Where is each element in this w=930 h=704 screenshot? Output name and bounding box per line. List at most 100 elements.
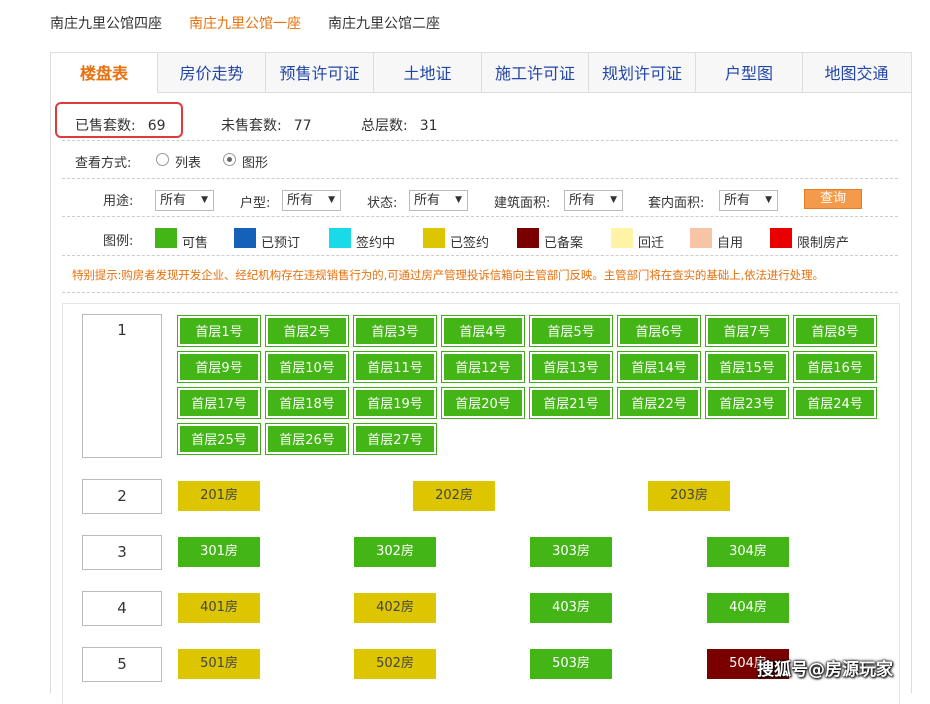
tab-floor-plan[interactable]: 户型图	[696, 53, 803, 92]
unit-cell[interactable]: 首层3号	[353, 315, 437, 347]
unit-cell[interactable]: 首层5号	[529, 315, 613, 347]
filter-type-select[interactable]: 所有 ▼	[282, 190, 341, 211]
unit-cell[interactable]: 首层4号	[441, 315, 525, 347]
divider	[62, 216, 898, 217]
radio-list-label[interactable]: 列表	[175, 152, 201, 171]
unit-cell[interactable]: 401房	[178, 593, 260, 623]
filter-area-value: 所有	[569, 193, 596, 208]
unit-cell[interactable]: 首层7号	[705, 315, 789, 347]
unit-cell[interactable]: 首层20号	[441, 387, 525, 419]
unit-cell[interactable]: 首层22号	[617, 387, 701, 419]
floor-label: 1	[82, 314, 162, 458]
unit-cell[interactable]: 403房	[530, 593, 612, 623]
unit-cell[interactable]: 首层8号	[793, 315, 877, 347]
sold-label: 已售套数:	[75, 118, 136, 134]
filter-type-label: 户型:	[240, 196, 271, 211]
unit-cell[interactable]: 首层15号	[705, 351, 789, 383]
legend-swatch	[690, 228, 712, 248]
legend-item: 可售	[182, 236, 209, 251]
divider	[62, 255, 898, 256]
radio-graphic-label[interactable]: 图形	[242, 152, 268, 171]
unit-cell[interactable]: 402房	[354, 593, 436, 623]
filter-inner-select[interactable]: 所有 ▼	[719, 190, 778, 211]
unit-cell[interactable]: 503房	[530, 649, 612, 679]
unit-cell[interactable]: 首层24号	[793, 387, 877, 419]
building-tab-4[interactable]: 南庄九里公馆四座	[50, 13, 162, 33]
unit-cell[interactable]: 首层17号	[177, 387, 261, 419]
unit-cell[interactable]: 首层9号	[177, 351, 261, 383]
unit-cell[interactable]: 304房	[707, 537, 789, 567]
unit-cell[interactable]: 首层26号	[265, 423, 349, 455]
radio-graphic[interactable]	[223, 153, 236, 166]
filter-status-select[interactable]: 所有 ▼	[409, 190, 468, 211]
filter-status-label: 状态:	[367, 196, 398, 211]
info-tabs: 楼盘表 房价走势 预售许可证 土地证 施工许可证 规划许可证 户型图 地图交通	[51, 53, 911, 93]
legend-label: 图例:	[103, 234, 134, 249]
filter-inner-value: 所有	[724, 193, 751, 208]
unit-cell[interactable]: 303房	[530, 537, 612, 567]
sold-value: 69	[147, 118, 166, 134]
legend-swatch	[611, 228, 633, 248]
tab-presale-permit[interactable]: 预售许可证	[266, 53, 374, 92]
unit-cell[interactable]: 首层14号	[617, 351, 701, 383]
unit-cell[interactable]: 首层12号	[441, 351, 525, 383]
tab-land-cert[interactable]: 土地证	[374, 53, 482, 92]
unit-cell[interactable]: 202房	[413, 481, 495, 511]
tab-map-traffic[interactable]: 地图交通	[803, 53, 910, 92]
floor-label: 2	[82, 479, 162, 514]
floors-value: 31	[419, 118, 438, 134]
unit-cell[interactable]: 502房	[354, 649, 436, 679]
divider	[62, 178, 898, 179]
filter-usage-select[interactable]: 所有 ▼	[155, 190, 214, 211]
unit-cell[interactable]: 201房	[178, 481, 260, 511]
legend-swatch	[155, 228, 177, 248]
unit-cell[interactable]: 首层16号	[793, 351, 877, 383]
legend-item: 已签约	[450, 236, 490, 251]
legend-item: 限制房产	[797, 236, 850, 251]
unit-cell[interactable]: 203房	[648, 481, 730, 511]
radio-list[interactable]	[156, 153, 169, 166]
building-tab-1[interactable]: 南庄九里公馆一座	[189, 13, 301, 33]
unit-cell[interactable]: 首层27号	[353, 423, 437, 455]
unit-cell[interactable]: 501房	[178, 649, 260, 679]
tab-construction-permit[interactable]: 施工许可证	[482, 53, 589, 92]
unit-cell[interactable]: 首层23号	[705, 387, 789, 419]
filter-area-select[interactable]: 所有 ▼	[564, 190, 623, 211]
notice-text: 特别提示:购房者发现开发企业、经纪机构存在违规销售行为的,可通过房产管理投诉信箱…	[72, 268, 824, 282]
divider	[62, 292, 898, 293]
query-button[interactable]: 查询	[804, 189, 862, 209]
unit-cell[interactable]: 首层11号	[353, 351, 437, 383]
unit-cell[interactable]: 301房	[178, 537, 260, 567]
unsold-label: 未售套数:	[221, 118, 282, 134]
unit-cell[interactable]: 首层1号	[177, 315, 261, 347]
unsold-count: 未售套数: 77	[221, 115, 312, 135]
filter-type-value: 所有	[287, 193, 314, 208]
unit-cell[interactable]: 首层25号	[177, 423, 261, 455]
building-tabs: 南庄九里公馆四座 南庄九里公馆一座 南庄九里公馆二座	[0, 0, 930, 44]
unit-cell[interactable]: 302房	[354, 537, 436, 567]
building-tab-2[interactable]: 南庄九里公馆二座	[328, 13, 440, 33]
tab-building-table[interactable]: 楼盘表	[51, 53, 158, 93]
legend-item: 已备案	[544, 236, 584, 251]
unit-cell[interactable]: 404房	[707, 593, 789, 623]
filter-area-label: 建筑面积:	[494, 196, 551, 211]
unit-cell[interactable]: 首层2号	[265, 315, 349, 347]
dropdown-arrow-icon: ▼	[455, 195, 462, 205]
legend-item: 自用	[717, 236, 744, 251]
unit-cell[interactable]: 首层19号	[353, 387, 437, 419]
tab-planning-permit[interactable]: 规划许可证	[589, 53, 696, 92]
unit-cell[interactable]: 首层10号	[265, 351, 349, 383]
watermark: 搜狐号@房源玩家	[757, 660, 893, 680]
floor-label: 5	[82, 647, 162, 682]
unit-cell[interactable]: 首层6号	[617, 315, 701, 347]
unit-cell[interactable]: 首层18号	[265, 387, 349, 419]
total-floors: 总层数: 31	[361, 115, 438, 135]
legend-item: 已预订	[261, 236, 301, 251]
unit-cell[interactable]: 首层13号	[529, 351, 613, 383]
sold-count: 已售套数: 69	[75, 115, 166, 135]
dropdown-arrow-icon: ▼	[610, 195, 617, 205]
unit-cell[interactable]: 首层21号	[529, 387, 613, 419]
floors-label: 总层数:	[361, 118, 408, 134]
tab-price-trend[interactable]: 房价走势	[158, 53, 266, 92]
filter-status-value: 所有	[414, 193, 441, 208]
